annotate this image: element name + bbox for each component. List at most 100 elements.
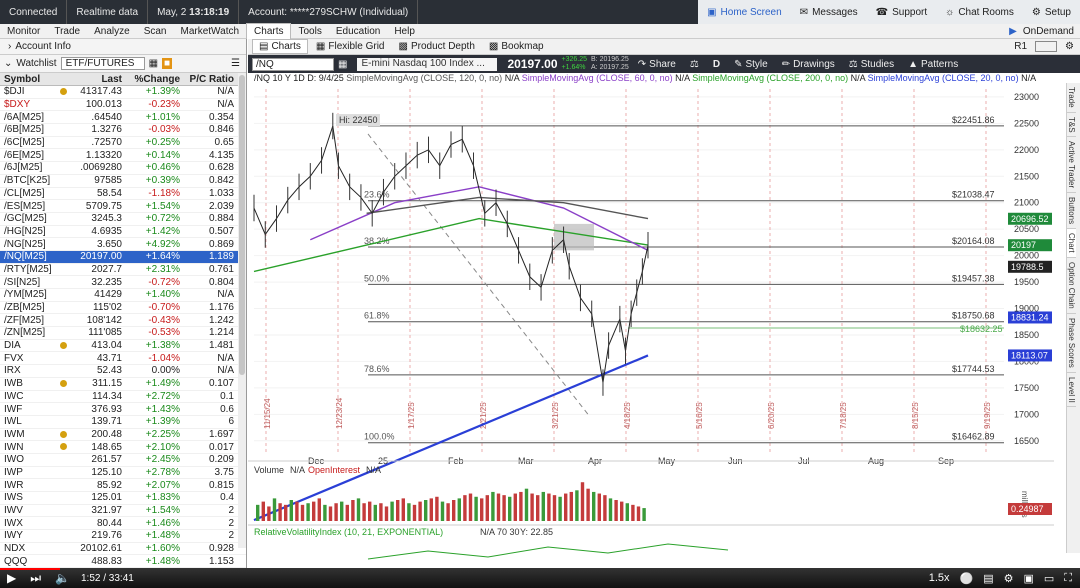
patterns-button[interactable]: ▲ Patterns [903, 59, 963, 70]
watchlist-row[interactable]: /CL[M25] 58.54 -1.18% 1.033 [0, 188, 246, 201]
watchlist-row[interactable]: NDX 20102.61 +1.60% 0.928 [0, 543, 246, 556]
watchlist-row[interactable]: /6B[M25] 1.3276 -0.03% 0.846 [0, 124, 246, 137]
watchlist-row[interactable]: $DXY 100.013 -0.23% N/A [0, 99, 246, 112]
studies-button[interactable]: ⚖ Studies [844, 59, 899, 70]
symbol-input[interactable]: /NQ [252, 57, 334, 71]
account-selector[interactable]: Account: *****279SCHW (Individual) [239, 0, 419, 24]
watchlist-row[interactable]: IWO 261.57 +2.45% 0.209 [0, 454, 246, 467]
watchlist-row[interactable]: IWR 85.92 +2.07% 0.815 [0, 479, 246, 492]
side-tab-chart[interactable]: Chart [1067, 229, 1076, 259]
autoplay-toggle-icon[interactable]: ⚪ [960, 572, 974, 585]
account-info-header[interactable]: › Account Info [0, 39, 246, 55]
captions-icon[interactable]: ▤ [983, 572, 993, 585]
support-button[interactable]: ☎ Support [867, 0, 937, 24]
menu-help[interactable]: Help [387, 24, 422, 39]
ondemand-button[interactable]: OnDemand [1023, 26, 1074, 37]
settings-icon[interactable]: ⚙ [1065, 41, 1074, 52]
side-tab-ts[interactable]: T&S [1067, 113, 1076, 138]
speed-label[interactable]: 1.5x [929, 572, 950, 584]
watchlist-row[interactable]: /NG[N25] 3.650 +4.92% 0.869 [0, 238, 246, 251]
style-button[interactable]: ✎ Style [729, 59, 773, 70]
drawings-button[interactable]: ✏ Drawings [777, 59, 840, 70]
watchlist-row[interactable]: /SI[N25] 32.235 -0.72% 0.804 [0, 276, 246, 289]
watchlist-row[interactable]: /ZF[M25] 108'142 -0.43% 1.242 [0, 314, 246, 328]
badge-icon[interactable]: ■ [162, 58, 173, 69]
col-last[interactable]: Last [68, 74, 122, 85]
watchlist-row[interactable]: IWC 114.34 +2.72% 0.1 [0, 391, 246, 404]
watchlist-row[interactable]: IWS 125.01 +1.83% 0.4 [0, 492, 246, 505]
watchlist-row[interactable]: $DJI 41317.43 +1.39% N/A [0, 86, 246, 99]
share-button[interactable]: ↷ Share [633, 59, 681, 70]
watchlist-row[interactable]: IWM 200.48 +2.25% 1.697 [0, 429, 246, 442]
menu-charts[interactable]: Charts [246, 23, 292, 39]
watchlist-row[interactable]: QQQ 488.83 +1.48% 1.153 [0, 555, 246, 568]
home-screen-button[interactable]: ▣ Home Screen [698, 0, 791, 24]
theater-icon[interactable]: ▭ [1044, 572, 1054, 585]
menu-trade[interactable]: Trade [47, 24, 87, 39]
watchlist-row[interactable]: /YM[M25] 41429 +1.40% N/A [0, 289, 246, 302]
watchlist-row[interactable]: /6E[M25] 1.13320 +0.14% 4.135 [0, 149, 246, 163]
watchlist-row[interactable]: IWV 321.97 +1.54% 2 [0, 505, 246, 518]
menu-scan[interactable]: Scan [137, 24, 174, 39]
watchlist-row[interactable]: /ZN[M25] 111'085 -0.53% 1.214 [0, 327, 246, 340]
watchlist-row[interactable]: IWB 311.15 +1.49% 0.107 [0, 378, 246, 391]
tab-bookmap[interactable]: ▩ Bookmap [483, 39, 550, 54]
tab-charts[interactable]: ▤ Charts [252, 39, 308, 54]
settings-icon[interactable]: ⚙ [1004, 572, 1014, 585]
col-change[interactable]: %Change [122, 74, 180, 85]
side-tab-trade[interactable]: Trade [1067, 83, 1076, 113]
side-tab-active-trader[interactable]: Active Trader [1067, 137, 1076, 194]
watchlist-row[interactable]: /6J[M25] .0069280 +0.46% 0.628 [0, 162, 246, 175]
watchlist-row[interactable]: IRX 52.43 0.00% N/A [0, 365, 246, 378]
watchlist-row[interactable]: IWX 80.44 +1.46% 2 [0, 517, 246, 531]
watchlist-row[interactable]: IWY 219.76 +1.48% 2 [0, 530, 246, 543]
menu-marketwatch[interactable]: MarketWatch [174, 24, 247, 39]
chat-rooms-button[interactable]: ☼ Chat Rooms [936, 0, 1023, 24]
link-icon[interactable]: ▦ [338, 59, 347, 70]
tab-product-depth[interactable]: ▩ Product Depth [393, 39, 481, 54]
watchlist-row[interactable]: /ZB[M25] 115'02 -0.70% 1.176 [0, 302, 246, 315]
watchlist-row[interactable]: FVX 43.71 -1.04% N/A [0, 352, 246, 366]
col-symbol[interactable]: Symbol [0, 74, 60, 85]
watchlist-row[interactable]: IWN 148.65 +2.10% 0.017 [0, 441, 246, 454]
play-icon[interactable]: ▶ [0, 571, 23, 585]
watchlist-row[interactable]: /ES[M25] 5709.75 +1.54% 2.039 [0, 200, 246, 213]
chevron-down-icon[interactable]: ⌄ [4, 58, 12, 69]
col-pc-ratio[interactable]: P/C Ratio [180, 74, 237, 85]
tab-flexible-grid[interactable]: ▦ Flexible Grid [310, 39, 391, 54]
watchlist-selector[interactable]: ETF/FUTURES [60, 57, 145, 70]
watchlist-row[interactable]: IWF 376.93 +1.43% 0.6 [0, 403, 246, 416]
watchlist-row[interactable]: /6A[M25] .64540 +1.01% 0.354 [0, 111, 246, 125]
menu-tools[interactable]: Tools [291, 24, 328, 39]
setup-button[interactable]: ⚙ Setup [1023, 0, 1080, 24]
layout-icon[interactable] [1035, 41, 1058, 52]
watchlist-row[interactable]: /GC[M25] 3245.3 +0.72% 0.884 [0, 213, 246, 226]
volume-icon[interactable]: 🔈 [48, 571, 77, 585]
side-tab-buttons[interactable]: Buttons [1067, 193, 1076, 230]
watchlist-scrollbar[interactable] [238, 73, 246, 548]
watchlist-row[interactable]: /HG[N25] 4.6935 +1.42% 0.507 [0, 226, 246, 239]
messages-button[interactable]: ✉ Messages [791, 0, 867, 24]
side-tab-level-ii[interactable]: Level II [1067, 373, 1076, 408]
watchlist-row[interactable]: /NQ[M25] 20197.00 +1.64% 1.189 [0, 250, 246, 264]
period-button[interactable]: D [708, 59, 725, 70]
menu-analyze[interactable]: Analyze [87, 24, 137, 39]
watchlist-row[interactable]: DIA 413.04 +1.38% 1.481 [0, 340, 246, 353]
next-icon[interactable]: ⏭ [23, 571, 48, 586]
menu-monitor[interactable]: Monitor [0, 24, 47, 39]
flask-button[interactable]: ⚖ [685, 59, 704, 70]
fullscreen-icon[interactable]: ⛶ [1064, 572, 1072, 585]
side-tab-phase-scores[interactable]: Phase Scores [1067, 314, 1076, 373]
watchlist-row[interactable]: /BTC[K25] 97585 +0.39% 0.842 [0, 175, 246, 188]
video-progress[interactable] [0, 568, 61, 570]
watchlist-row[interactable]: IWL 139.71 +1.39% 6 [0, 416, 246, 429]
side-tab-option-chain[interactable]: Option Chain [1067, 258, 1076, 314]
miniplayer-icon[interactable]: ▣ [1023, 572, 1033, 585]
watchlist-row[interactable]: IWP 125.10 +2.78% 3.75 [0, 467, 246, 480]
grid-icon[interactable]: ▦ [149, 58, 158, 69]
menu-icon[interactable]: ☰ [231, 58, 246, 69]
price-chart[interactable]: 23000 22500 22000 21500 21000 20500 20000 19500… [248, 89, 1066, 569]
watchlist-row[interactable]: /6C[M25] .72570 +0.25% 0.65 [0, 137, 246, 150]
watchlist-row[interactable]: /RTY[M25] 2027.7 +2.31% 0.761 [0, 264, 246, 277]
menu-education[interactable]: Education [329, 24, 387, 39]
